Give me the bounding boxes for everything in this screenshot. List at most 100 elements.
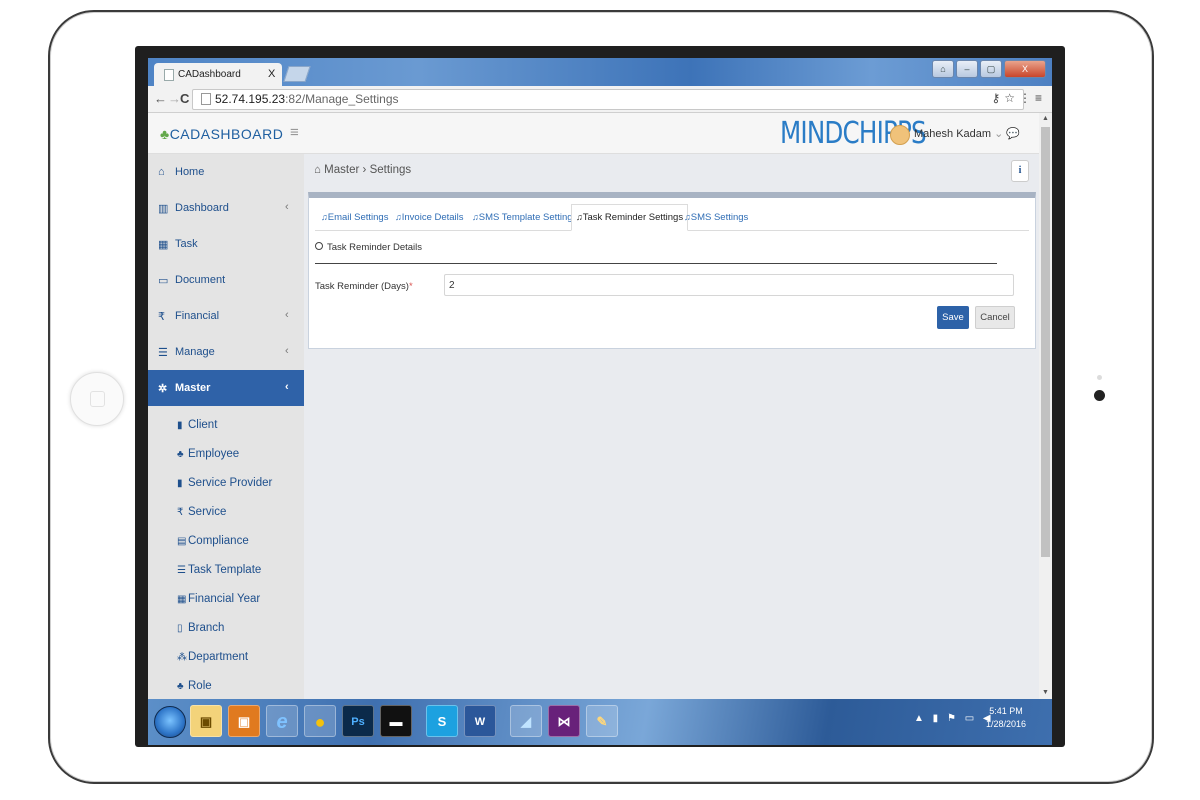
sidebar-subitem-service-provider[interactable]: ▮ Service Provider [177,477,272,489]
minimize-icon[interactable]: – [956,60,978,78]
section-header: Task Reminder Details [315,242,997,264]
tab-email-settings[interactable]: ♫Email Settings [321,212,388,223]
sidebar-subitem-compliance[interactable]: ▤ Compliance [177,535,249,547]
list-icon: ☰ [158,347,168,359]
chevron-down-icon: ⌄ [994,128,1004,140]
folder-icon: ▭ [158,275,169,287]
users-icon: ♣ [177,681,184,692]
visual-studio-icon[interactable]: ⋈ [548,705,580,737]
chevron-left-icon: ‹ [285,345,289,357]
sidebar-item-dashboard[interactable]: ▥ Dashboard ‹ [148,190,304,226]
menu-toggle-icon[interactable]: ≡ [290,124,299,141]
command-prompt-icon[interactable]: ▬ [380,705,412,737]
page-icon [164,69,174,81]
rupee-icon: ₹ [177,507,184,518]
scroll-down-icon: ▼ [1042,689,1049,696]
browser-tab-strip: CADashboard X ⌂ – ▢ X [148,58,1052,86]
url-host: 52.74.195.23 [215,92,286,106]
url-field[interactable]: 52.74.195.23:82/Manage_Settings [192,89,1024,110]
sidebar-item-financial[interactable]: ₹ Financial ‹ [148,298,304,334]
tab-task-reminder-settings[interactable]: ♫Task Reminder Settings [571,204,689,231]
save-button[interactable]: Save [937,306,969,329]
browser-menu-icons[interactable]: ⚷☆⋮≡ [991,91,1046,105]
cancel-button[interactable]: Cancel [975,306,1015,329]
office-icon[interactable]: ▣ [228,705,260,737]
gear-icon: ✲ [158,383,168,395]
page-icon [201,93,211,105]
brand[interactable]: ♣CADASHBOARD [160,126,283,142]
start-button[interactable] [154,706,186,738]
chrome-icon[interactable]: ● [304,705,336,737]
info-button[interactable]: i [1011,160,1029,182]
breadcrumb-separator: › [362,164,367,176]
reload-icon[interactable]: C [180,91,189,106]
app-icon[interactable]: ◢ [510,705,542,737]
chat-icon[interactable]: 💬 [1006,127,1020,140]
home-icon: ⌂ [158,166,165,178]
tasks-icon: ☰ [177,565,186,576]
sidebar-item-master[interactable]: ✲ Master ‹ [148,370,304,406]
close-tab-icon[interactable]: X [268,68,275,80]
leaf-icon: ♣ [160,126,170,142]
tab-invoice-details[interactable]: ♫Invoice Details [395,212,464,223]
bell-icon: ♫ [576,212,583,222]
sidebar-subitem-client[interactable]: ▮ Client [177,419,217,431]
brand-name: CADASHBOARD [169,126,284,142]
sidebar-subitem-task-template[interactable]: ☰ Task Template [177,564,261,576]
sidebar-subitem-department[interactable]: ⁂Department [177,651,248,663]
page-scrollbar[interactable]: ▲ ▼ [1039,113,1052,699]
rupee-icon: ₹ [158,311,165,323]
window-pin-icon[interactable]: ⌂ [932,60,954,78]
sidebar-item-manage[interactable]: ☰ Manage ‹ [148,334,304,370]
explorer-icon[interactable]: ▣ [190,705,222,737]
sidebar-item-home[interactable]: ⌂ Home [148,154,304,190]
scroll-up-icon: ▲ [1042,115,1049,122]
main-content: ⌂ Master › Settings i ♫Email Settings ♫I… [304,154,1039,699]
avatar[interactable] [890,125,910,145]
calendar-icon: ▦ [158,239,169,251]
list-alt-icon: ▤ [177,536,187,547]
sidebar: ⌂ Home ▥ Dashboard ‹ ▦ Task ▭ Document ₹ Finan… [148,154,304,699]
sidebar-subitem-financial-year[interactable]: ▦ Financial Year [177,593,260,605]
sitemap-icon: ⁂ [177,652,187,663]
word-icon[interactable]: W [464,705,496,737]
calendar-icon: ▦ [177,594,187,605]
sidebar-item-task[interactable]: ▦ Task [148,226,304,262]
sidebar-item-document[interactable]: ▭ Document [148,262,304,298]
breadcrumb: ⌂ Master › Settings [314,164,411,176]
tablet-home-button[interactable] [70,372,124,426]
task-reminder-label: Task Reminder (Days)* [315,281,413,292]
sidebar-subitem-role[interactable]: ♣ Role [177,680,212,692]
tablet-camera [1094,390,1105,401]
bell-icon: ♫ [321,212,328,222]
maximize-icon[interactable]: ▢ [980,60,1002,78]
sidebar-subitem-employee[interactable]: ♣ Employee [177,448,239,460]
tab-sms-template-settings[interactable]: ♫SMS Template Settings [472,212,577,223]
chevron-left-icon: ‹ [285,201,289,213]
system-tray[interactable]: ▲ ▮ ⚑ ▭ ◀ [914,713,994,724]
user-menu[interactable]: Mahesh Kadam ⌄ [914,127,1003,140]
home-icon[interactable]: ⌂ [314,164,321,176]
clock[interactable]: 5:41 PM 1/28/2016 [986,705,1026,731]
users-icon: ♣ [177,449,184,460]
chevron-left-icon: ‹ [285,309,289,321]
breadcrumb-master[interactable]: Master [324,164,359,176]
app-header: ♣CADASHBOARD ≡ MINDCHIPPS Mahesh Kadam ⌄… [148,113,1039,154]
paint-icon[interactable]: ✎ [586,705,618,737]
scrollbar-thumb [1041,127,1050,557]
bell-icon: ♫ [472,212,479,222]
skype-icon[interactable]: S [426,705,458,737]
new-tab-button[interactable] [283,66,311,82]
sidebar-subitem-branch[interactable]: ▯ Branch [177,622,224,634]
circle-icon [315,242,323,250]
address-bar: ← → C 52.74.195.23:82/Manage_Settings ⚷☆… [148,86,1052,113]
back-icon[interactable]: ← [154,91,167,106]
sidebar-subitem-service[interactable]: ₹ Service [177,506,226,518]
task-reminder-days-input[interactable]: 2 [444,274,1014,296]
tab-sms-settings[interactable]: ♫SMS Settings [684,212,748,223]
window-close-icon[interactable]: X [1004,60,1046,78]
browser-tab[interactable]: CADashboard X [154,63,282,86]
photoshop-icon[interactable]: Ps [342,705,374,737]
internet-explorer-icon[interactable]: e [266,705,298,737]
browser-tab-title: CADashboard [178,69,241,80]
